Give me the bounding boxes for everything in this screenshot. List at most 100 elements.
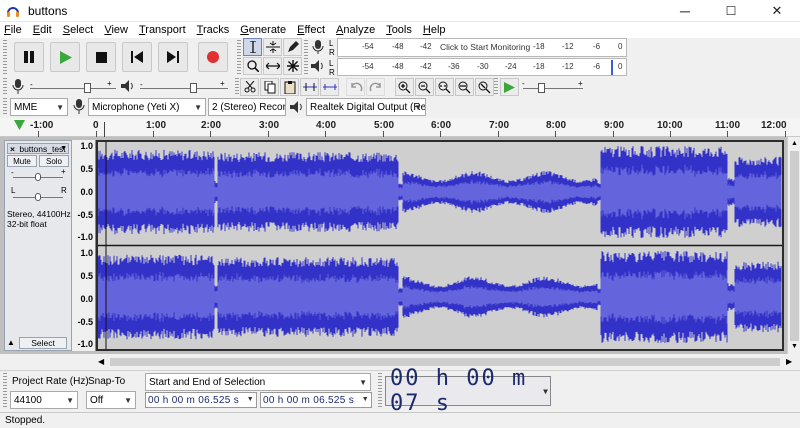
- zoom-tool[interactable]: [243, 57, 262, 75]
- solo-button[interactable]: Solo: [39, 155, 69, 167]
- playback-device-value: Realtek Digital Output (Real: [310, 101, 426, 113]
- record-button[interactable]: [198, 42, 228, 72]
- selection-grip[interactable]: [3, 373, 7, 409]
- double-arrow-icon: [265, 62, 280, 70]
- output-volume-thumb[interactable]: [190, 83, 197, 93]
- playback-meter[interactable]: -54 -48 -42 -36 -30 -24 -18 -12 -6 0: [337, 58, 627, 76]
- track-close-button[interactable]: ×: [10, 144, 15, 154]
- cut-button[interactable]: [240, 78, 259, 96]
- input-volume-slider[interactable]: [30, 88, 116, 89]
- paste-button[interactable]: [280, 78, 299, 96]
- skip-to-start-button[interactable]: [122, 42, 152, 72]
- silence-button[interactable]: [320, 78, 339, 96]
- scroll-down-icon[interactable]: ▼: [791, 343, 798, 350]
- play-at-speed-grip[interactable]: [494, 78, 498, 96]
- menu-generate[interactable]: Generate: [240, 24, 286, 36]
- stop-button[interactable]: [86, 42, 116, 72]
- track-name-menu[interactable]: × buttons_test ▼: [7, 143, 69, 154]
- envelope-tool[interactable]: [263, 38, 282, 56]
- time-shift-tool[interactable]: [263, 57, 282, 75]
- menu-help[interactable]: Help: [423, 24, 446, 36]
- vertical-ruler[interactable]: 1.0 0.5 0.0 -0.5 -1.0 1.0 0.5 0.0 -0.5 -…: [72, 140, 96, 351]
- trim-button[interactable]: [300, 78, 319, 96]
- pan-thumb[interactable]: [35, 193, 41, 201]
- collapse-track-button[interactable]: ▲: [7, 338, 15, 347]
- fit-project-button[interactable]: [455, 78, 474, 96]
- audio-position-display[interactable]: 00 h 00 m 07 s ▼: [385, 366, 551, 416]
- redo-button[interactable]: [366, 78, 385, 96]
- ruler-label: 5:00: [374, 120, 395, 131]
- selection-start-time[interactable]: 00 h 00 m 06.525 s ▼: [145, 392, 257, 408]
- waveform-display[interactable]: [97, 142, 782, 349]
- menu-effect[interactable]: Effect: [297, 24, 325, 36]
- close-button[interactable]: ✕: [754, 0, 800, 22]
- undo-button[interactable]: [346, 78, 365, 96]
- pause-button[interactable]: [14, 42, 44, 72]
- vertical-scrollbar[interactable]: ▲ ▼: [787, 137, 800, 354]
- pan-right-label: R: [61, 186, 67, 195]
- input-volume-thumb[interactable]: [84, 83, 91, 93]
- output-volume-slider[interactable]: [140, 88, 228, 89]
- waveform-clip[interactable]: [96, 140, 784, 351]
- play-at-speed-button[interactable]: [500, 78, 519, 96]
- playback-device-select[interactable]: Realtek Digital Output (Real ▼: [306, 98, 426, 116]
- record-meter-mic-icon[interactable]: [312, 40, 324, 54]
- audio-host-select[interactable]: MME ▼: [10, 98, 68, 116]
- zoom-out-button[interactable]: [415, 78, 434, 96]
- playback-meter-speaker-icon[interactable]: [311, 60, 325, 72]
- scroll-left-icon[interactable]: ◀: [98, 357, 104, 366]
- timeline-ruler[interactable]: -1:00 0 1:00 2:00 3:00 4:00 5:00 6:00 7:…: [0, 118, 800, 137]
- skip-to-end-button[interactable]: [158, 42, 188, 72]
- minimize-button[interactable]: ─: [662, 0, 708, 22]
- time-toolbar-grip[interactable]: [378, 373, 382, 409]
- multi-tool[interactable]: [283, 57, 302, 75]
- menu-edit[interactable]: Edit: [33, 24, 52, 36]
- scroll-up-icon[interactable]: ▲: [791, 140, 798, 147]
- selection-end-time[interactable]: 00 h 00 m 06.525 s ▼: [260, 392, 372, 408]
- project-rate-select[interactable]: 44100 ▼: [10, 391, 78, 409]
- record-tick: -12: [562, 42, 574, 51]
- mixer-grip[interactable]: [3, 78, 7, 96]
- draw-tool[interactable]: [283, 38, 302, 56]
- menu-analyze[interactable]: Analyze: [336, 24, 375, 36]
- zoom-in-icon: [398, 81, 411, 93]
- recording-device-select[interactable]: Microphone (Yeti X) ▼: [88, 98, 206, 116]
- copy-button[interactable]: [260, 78, 279, 96]
- play-speed-thumb[interactable]: [538, 83, 545, 93]
- gain-thumb[interactable]: [35, 173, 41, 181]
- record-tick: 0: [618, 42, 623, 51]
- toolbar-grip[interactable]: [3, 40, 7, 74]
- play-speed-slider[interactable]: [523, 88, 583, 89]
- scroll-right-icon[interactable]: ▶: [786, 357, 792, 366]
- skip-end-icon: [167, 51, 179, 63]
- menu-tracks[interactable]: Tracks: [197, 24, 230, 36]
- menu-file[interactable]: File: [4, 24, 22, 36]
- meter-grip[interactable]: [304, 40, 308, 74]
- pinned-play-head-icon[interactable]: [14, 120, 25, 130]
- start-monitoring-prompt[interactable]: Click to Start Monitoring: [440, 42, 530, 52]
- menu-transport[interactable]: Transport: [139, 24, 186, 36]
- fit-selection-button[interactable]: [435, 78, 454, 96]
- horizontal-scroll-thumb[interactable]: [110, 358, 780, 366]
- snap-to-select[interactable]: Off ▼: [86, 391, 136, 409]
- playback-device-speaker-icon: [290, 101, 302, 113]
- vertical-scroll-thumb[interactable]: [790, 151, 799, 341]
- mute-button[interactable]: Mute: [7, 155, 37, 167]
- select-track-button[interactable]: Select: [19, 337, 67, 349]
- record-meter[interactable]: -54 -48 -42 Click to Start Monitoring -1…: [337, 38, 627, 57]
- menu-tools[interactable]: Tools: [386, 24, 412, 36]
- play-button[interactable]: [50, 42, 80, 72]
- vruler-label: 0.0: [80, 187, 93, 197]
- tools-grip[interactable]: [237, 40, 241, 74]
- track-control-panel[interactable]: × buttons_test ▼ Mute Solo - + L R Stere…: [4, 140, 72, 351]
- recording-channels-select[interactable]: 2 (Stereo) Recor: [208, 98, 286, 116]
- device-grip[interactable]: [3, 98, 7, 116]
- maximize-button[interactable]: ☐: [708, 0, 754, 22]
- zoom-in-button[interactable]: [395, 78, 414, 96]
- selection-mode-select[interactable]: Start and End of Selection ▼: [145, 373, 371, 391]
- edit-grip[interactable]: [235, 78, 239, 96]
- menu-select[interactable]: Select: [63, 24, 94, 36]
- menu-view[interactable]: View: [104, 24, 128, 36]
- selection-tool[interactable]: [243, 38, 262, 56]
- zoom-toggle-button[interactable]: [475, 78, 494, 96]
